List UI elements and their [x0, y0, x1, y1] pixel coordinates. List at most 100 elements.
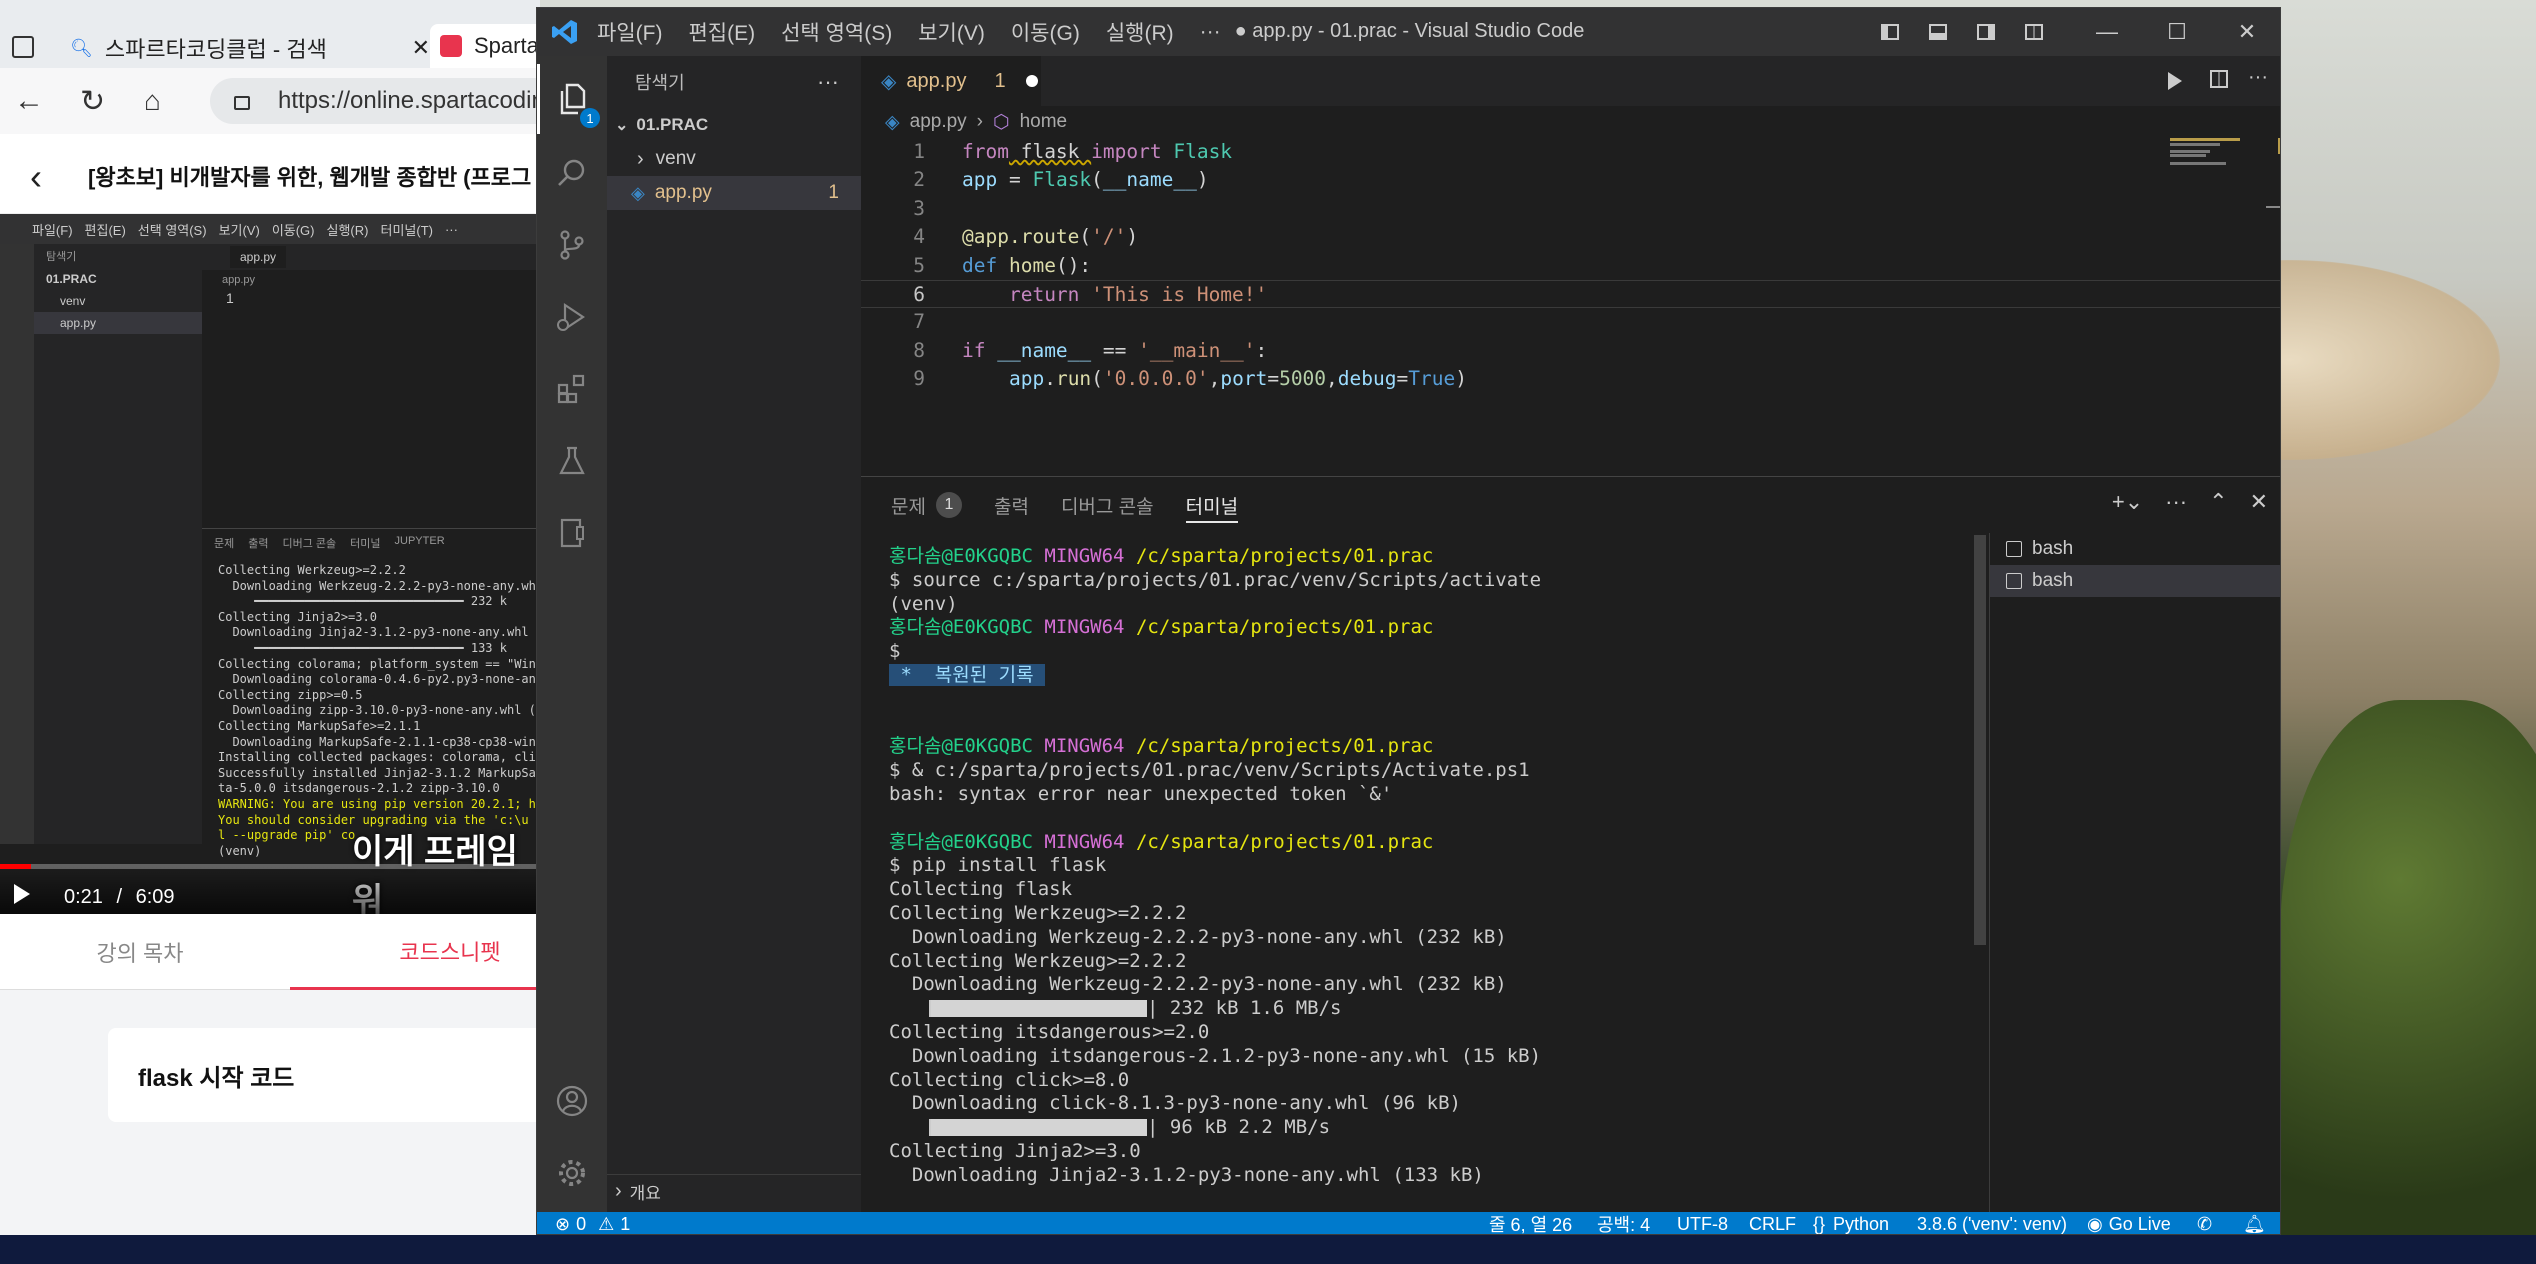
- encoding[interactable]: UTF-8: [1677, 1212, 1728, 1234]
- terminal-instance[interactable]: bash: [1990, 565, 2280, 597]
- run-python-icon[interactable]: [2168, 72, 2182, 90]
- source-control-icon[interactable]: [537, 210, 607, 280]
- extensions-icon[interactable]: [537, 354, 607, 424]
- terminal-line: Downloading Werkzeug-2.2.2-py3-none-any.…: [889, 973, 1989, 997]
- end-of-line[interactable]: CRLF: [1749, 1212, 1796, 1234]
- menu-item[interactable]: 실행(R): [1106, 17, 1174, 47]
- python-interpreter[interactable]: 3.8.6 ('venv': venv): [1917, 1212, 2067, 1234]
- unsaved-dot-icon[interactable]: [1025, 75, 1038, 87]
- close-icon[interactable]: ✕: [412, 35, 430, 61]
- notifications-bell-icon[interactable]: 🔔︎: [2243, 1212, 2266, 1234]
- current-time: 0:21: [64, 886, 103, 908]
- code-token: =: [1267, 367, 1280, 391]
- progress-text: | 96 kB 2.2 MB/s: [1147, 1116, 1331, 1139]
- maximize-panel-icon[interactable]: ⌃: [2209, 489, 2227, 515]
- prompt-user: 홍다솜@E0KGQBC: [889, 735, 1033, 758]
- menu-item[interactable]: 보기(V): [918, 17, 985, 47]
- explorer-icon[interactable]: 1: [537, 64, 607, 134]
- add-terminal-icon[interactable]: +⌄: [2112, 489, 2143, 515]
- breadcrumb-file[interactable]: app.py: [910, 111, 967, 133]
- browser-tab-search[interactable]: 🔍︎ 스파르타코딩클럽 - 검색 ✕: [70, 28, 430, 68]
- video-player[interactable]: 파일(F) 편집(E) 선택 영역(S) 보기(V) 이동(G) 실행(R) 터미널(T) ·…: [0, 214, 540, 920]
- menu-bar: 파일(F) 편집(E) 선택 영역(S) 보기(V) 이동(G) 실행(R) ···: [597, 8, 1221, 56]
- tab-code-snippet[interactable]: 코드스니펫: [290, 914, 540, 990]
- code-token: Flask: [1032, 168, 1092, 192]
- toggle-panel-icon[interactable]: [1914, 8, 1962, 56]
- menu-item[interactable]: 선택 영역(S): [781, 17, 892, 47]
- panel-tab-2[interactable]: 디버그 콘솔: [1061, 477, 1154, 533]
- address-bar[interactable]: https://online.spartacodingc: [210, 78, 540, 124]
- terminal[interactable]: 홍다솜@E0KGQBC MINGW64 /c/sparta/projects/0…: [889, 545, 1989, 1188]
- code-token: port: [1220, 367, 1268, 391]
- terminal-line: Collecting itsdangerous>=2.0: [889, 1021, 1989, 1045]
- outline-section[interactable]: › 개요: [607, 1174, 861, 1208]
- more-actions-icon[interactable]: ···: [817, 69, 839, 95]
- terminal-instance[interactable]: bash: [1990, 533, 2280, 565]
- code-token: ): [1196, 168, 1209, 192]
- reload-icon[interactable]: ↻: [80, 84, 105, 119]
- home-icon[interactable]: ⌂: [144, 85, 161, 117]
- terminal-text: Downloading Werkzeug-2.2.2-py3-none-any.…: [889, 925, 1507, 948]
- code-token: '0.0.0.0': [1102, 367, 1209, 391]
- prompt-path: /c/sparta/projects/01.prac: [1135, 616, 1434, 639]
- browser-tab-sparta[interactable]: SpartaC: [430, 24, 540, 68]
- go-live[interactable]: ◉ Go Live: [2087, 1212, 2171, 1234]
- explorer-sidebar: 탐색기 ··· ⌄ 01.PRAC › venv ◈ app.py 1 › 개요: [607, 56, 861, 1212]
- chevron-left-icon[interactable]: ‹: [30, 156, 42, 198]
- customize-layout-icon[interactable]: [2010, 8, 2058, 56]
- tab-actions-icon[interactable]: [12, 36, 34, 58]
- python-file-icon: ◈: [885, 111, 900, 133]
- search-icon[interactable]: [537, 138, 607, 208]
- minimap[interactable]: [2162, 138, 2280, 258]
- terminal-scrollbar[interactable]: [1974, 535, 1986, 945]
- menu-item[interactable]: 파일(F): [597, 17, 662, 47]
- toggle-sidebar-icon[interactable]: [1866, 8, 1914, 56]
- toggle-secondary-sidebar-icon[interactable]: [1962, 8, 2010, 56]
- panel-tab-label: 터미널: [1185, 496, 1239, 518]
- play-icon[interactable]: [14, 884, 30, 904]
- terminal-text: Downloading Jinja2-3.1.2-py3-none-any.wh…: [889, 1163, 1484, 1186]
- panel-tab-label: 문제: [891, 496, 926, 518]
- run-debug-icon[interactable]: [537, 282, 607, 352]
- language-mode[interactable]: {} Python: [1813, 1212, 1889, 1234]
- tab-curriculum[interactable]: 강의 목차: [0, 914, 280, 990]
- code-token: import: [1091, 140, 1162, 163]
- video-progress-bar[interactable]: [0, 864, 540, 869]
- testing-icon[interactable]: [537, 426, 607, 496]
- panel-tab-0[interactable]: 문제 1: [891, 477, 962, 533]
- close-panel-icon[interactable]: ✕: [2250, 489, 2268, 515]
- panel-tab-1[interactable]: 출력: [994, 477, 1029, 533]
- close-icon[interactable]: ✕: [2212, 8, 2280, 56]
- code-token: =: [1396, 367, 1409, 391]
- menu-item[interactable]: ···: [1200, 20, 1221, 44]
- indentation[interactable]: 공백: 4: [1597, 1212, 1650, 1234]
- snippet-card[interactable]: flask 시작 코드: [108, 1028, 540, 1122]
- settings-gear-icon[interactable]: [537, 1138, 607, 1208]
- tab-app-py[interactable]: ◈ app.py 1: [861, 56, 1041, 106]
- code-editor[interactable]: 1 from flask import Flask 2 app = Flask(__n…: [861, 138, 2280, 394]
- maximize-icon[interactable]: ☐: [2142, 8, 2212, 56]
- cursor-position[interactable]: 줄 6, 열 26: [1489, 1212, 1572, 1234]
- panel-tab-3[interactable]: 터미널: [1185, 477, 1239, 533]
- more-actions-icon[interactable]: ···: [2165, 489, 2187, 515]
- minimize-icon[interactable]: —: [2072, 8, 2142, 56]
- back-icon[interactable]: ←: [14, 84, 44, 118]
- tree-item-venv[interactable]: › venv: [607, 142, 861, 176]
- folder-root[interactable]: ⌄ 01.PRAC: [607, 108, 861, 142]
- breadcrumb-symbol[interactable]: home: [1020, 111, 1068, 133]
- problems-status[interactable]: ⊗ 0 ⚠ 1: [555, 1212, 630, 1234]
- split-editor-icon[interactable]: [2210, 70, 2228, 88]
- video-inner-panel-tab: 출력: [248, 538, 269, 550]
- video-inner-terminal: Collecting Werkzeug>=2.2.2 Downloading W…: [202, 557, 540, 865]
- feedback-icon[interactable]: ✆: [2197, 1212, 2212, 1234]
- terminal-instance-label: bash: [2032, 570, 2074, 591]
- menu-item[interactable]: 이동(G): [1011, 17, 1080, 47]
- line-number: 2: [913, 168, 925, 192]
- tree-item-app-py[interactable]: ◈ app.py 1: [607, 176, 861, 210]
- remote-explorer-icon[interactable]: [537, 498, 607, 568]
- account-icon[interactable]: [537, 1066, 607, 1136]
- terminal-text: $ pip install flask: [889, 854, 1107, 877]
- more-actions-icon[interactable]: ···: [2248, 66, 2268, 89]
- menu-item[interactable]: 편집(E): [688, 17, 755, 47]
